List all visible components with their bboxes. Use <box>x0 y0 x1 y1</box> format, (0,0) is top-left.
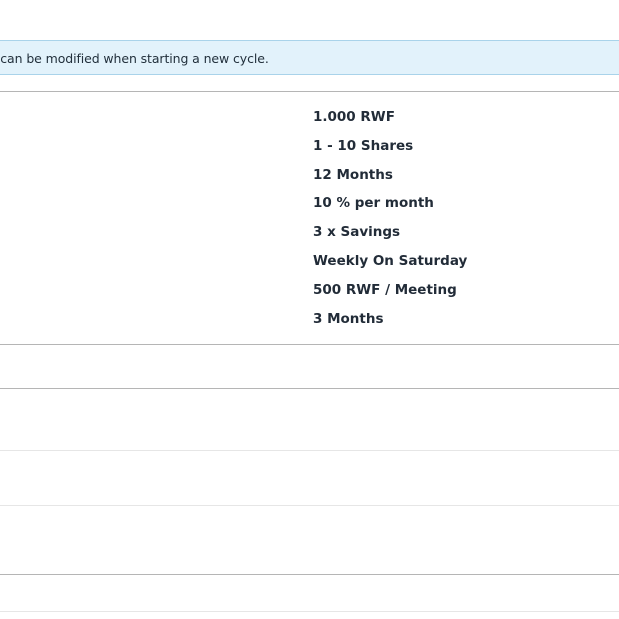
loan-duration-value: 3 Months <box>313 310 384 327</box>
interest-rate-value: 10 % per month <box>313 195 434 212</box>
social-fund-value: 500 RWF / Meeting <box>313 281 457 298</box>
info-banner-text: s can be modified when starting a new cy… <box>0 51 269 66</box>
cycle-duration-value: 12 Months <box>313 166 393 183</box>
page: s can be modified when starting a new cy… <box>0 0 619 619</box>
section-divider <box>0 574 619 575</box>
row-divider <box>0 611 619 612</box>
shares-per-meeting-value: 1 - 10 Shares <box>313 137 414 154</box>
section-divider <box>0 344 619 345</box>
row-divider <box>0 505 619 506</box>
section-divider <box>0 388 619 389</box>
meeting-frequency-value: Weekly On Saturday <box>313 252 468 269</box>
row-divider <box>0 450 619 451</box>
section-divider <box>0 91 619 92</box>
info-banner: s can be modified when starting a new cy… <box>0 40 619 75</box>
max-loan-value: 3 x Savings <box>313 224 401 241</box>
share-value: 1.000 RWF <box>313 109 395 125</box>
cycle-settings-values: 1.000 RWF 1 - 10 Shares 12 Months 10 % p… <box>313 107 467 337</box>
